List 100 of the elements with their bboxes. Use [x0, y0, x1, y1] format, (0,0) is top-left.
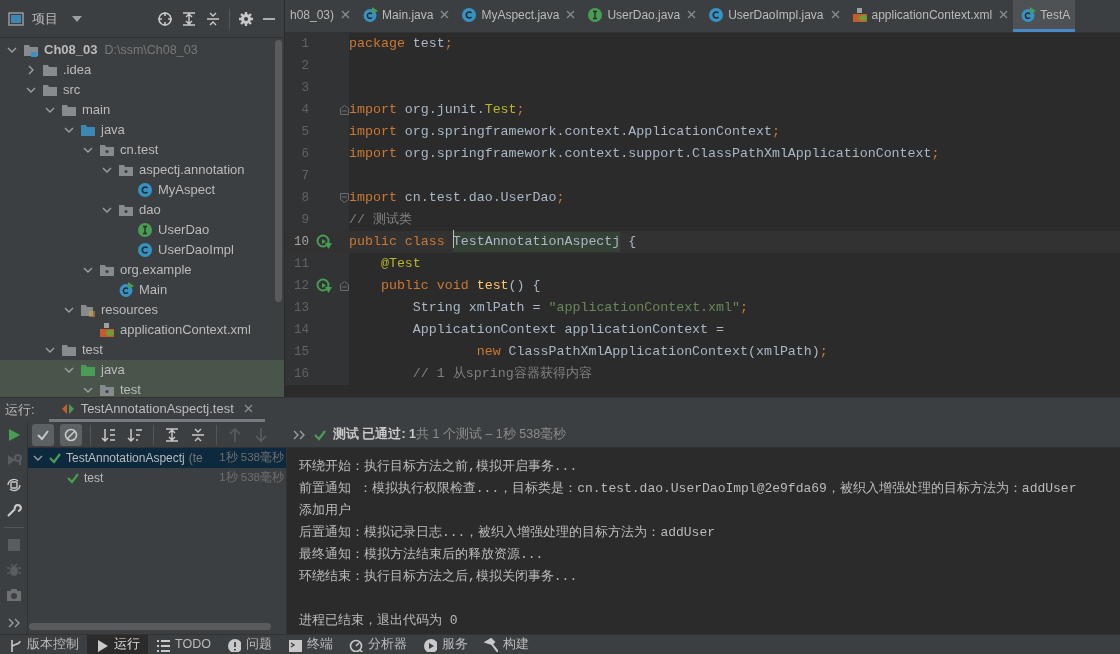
- code-token: import: [349, 189, 398, 208]
- tree-row[interactable]: test: [0, 380, 284, 397]
- tree-row[interactable]: dao: [0, 200, 284, 220]
- sort-alphabetical-icon[interactable]: [101, 426, 117, 443]
- code-token: import: [349, 123, 398, 142]
- tree-item-label: test: [82, 341, 103, 360]
- gauge-icon: [348, 637, 363, 652]
- check-icon: [48, 451, 62, 465]
- tree-row[interactable]: test: [0, 340, 284, 360]
- editor-tab[interactable]: Main.java: [355, 0, 455, 32]
- code-token: ;: [740, 299, 748, 318]
- folder-icon: [80, 362, 96, 378]
- tree-row[interactable]: src: [0, 80, 284, 100]
- tab-label: UserDaoImpl.java: [728, 6, 824, 24]
- tree-row[interactable]: UserDaoImpl: [0, 240, 284, 260]
- run-test-icon[interactable]: [316, 234, 332, 250]
- settings-icon[interactable]: [238, 10, 254, 27]
- tree-row[interactable]: Main: [0, 280, 284, 300]
- code-token: @Test: [379, 255, 421, 274]
- code-token: cn.test.dao.UserDao: [404, 189, 557, 208]
- code-token: test: [476, 277, 509, 296]
- tool-window-tab[interactable]: 分析器: [340, 635, 415, 654]
- close-icon[interactable]: [440, 10, 450, 19]
- tool-window-tab[interactable]: 版本控制: [0, 635, 87, 654]
- editor-tab[interactable]: MyAspect.java: [454, 0, 581, 32]
- collapse-all-icon[interactable]: [205, 10, 221, 27]
- camera-icon[interactable]: [5, 587, 22, 603]
- panel-title-dropdown[interactable]: 项目: [32, 8, 82, 29]
- code-token: String xmlPath =: [411, 299, 542, 318]
- caret-icon: [72, 15, 82, 22]
- folder-icon: [61, 342, 77, 358]
- tool-window-tab[interactable]: 问题: [218, 635, 280, 654]
- tree-row[interactable]: UserDao: [0, 220, 284, 240]
- run-tab[interactable]: TestAnnotationAspectj.test: [48, 398, 265, 422]
- expand-all-icon[interactable]: [181, 10, 197, 27]
- close-icon[interactable]: [830, 10, 840, 19]
- tree-row[interactable]: main: [0, 100, 284, 120]
- fold-marker-icon[interactable]: [340, 193, 349, 203]
- test-tree-item[interactable]: TestAnnotationAspectj (te 1秒 538毫秒: [28, 448, 286, 468]
- editor-tab[interactable]: h08_03): [285, 0, 356, 32]
- more-icon[interactable]: [7, 618, 20, 628]
- tree-row[interactable]: resources: [0, 300, 284, 320]
- interface-icon: [137, 222, 153, 238]
- play-icon: [95, 637, 109, 652]
- tree-row[interactable]: Ch08_03 D:\ssm\Ch08_03: [0, 40, 284, 60]
- tree-row[interactable]: applicationContext.xml: [0, 320, 284, 340]
- tool-window-tab[interactable]: 服务: [414, 635, 476, 654]
- tool-window-tab[interactable]: TODO: [148, 635, 219, 654]
- tree-row[interactable]: aspectj.annotation: [0, 160, 284, 180]
- scrollbar[interactable]: [29, 623, 271, 630]
- tool-window-tab[interactable]: 终端: [279, 635, 341, 654]
- selected-identifier: TestAnnotationAspectj: [452, 232, 621, 252]
- editor-tab[interactable]: TestA: [1013, 0, 1076, 32]
- tree-row[interactable]: org.example: [0, 260, 284, 280]
- code-token: ;: [516, 101, 525, 120]
- console-line: 环绕结束：执行目标方法之后,模拟关闭事务...: [299, 568, 578, 587]
- code-token: import: [349, 101, 398, 120]
- hammer-icon: [483, 637, 498, 652]
- close-icon[interactable]: [341, 10, 351, 19]
- code-token: ApplicationContext applicationContext =: [411, 321, 725, 340]
- tree-row[interactable]: java: [0, 360, 284, 380]
- class-icon: [137, 242, 153, 258]
- sort-duration-icon[interactable]: [127, 426, 143, 443]
- tool-window-tab[interactable]: 构建: [475, 635, 537, 654]
- fold-marker-icon[interactable]: [340, 281, 349, 291]
- class-icon: [461, 6, 478, 23]
- tree-row[interactable]: .idea: [0, 60, 284, 80]
- editor-tab[interactable]: UserDaoImpl.java: [701, 0, 845, 32]
- close-icon[interactable]: [687, 10, 697, 19]
- code-token: import: [349, 145, 398, 164]
- console-line: 前置通知 ：模拟执行权限检查...，目标类是：cn.test.dao.UserDaoImpl@2e9fda69，被织入增强处理的目标方法为：addUser: [299, 480, 1077, 499]
- close-icon[interactable]: [999, 10, 1009, 19]
- show-ignored-toggle[interactable]: [60, 423, 82, 446]
- toggle-auto-test-icon[interactable]: [5, 477, 22, 493]
- tree-row[interactable]: cn.test: [0, 140, 284, 160]
- test-config-icon: [60, 401, 75, 416]
- tree-item-label: .idea: [63, 61, 92, 80]
- tree-row[interactable]: MyAspect: [0, 180, 284, 200]
- tab-label: applicationContext.xml: [871, 6, 993, 24]
- show-passed-toggle[interactable]: [32, 423, 54, 446]
- tree-row[interactable]: java: [0, 120, 284, 140]
- close-icon[interactable]: [566, 10, 576, 19]
- panel-icon: [8, 11, 24, 26]
- locate-icon[interactable]: [157, 10, 173, 27]
- scrollbar[interactable]: [275, 40, 282, 302]
- expand-all-icon[interactable]: [164, 426, 180, 443]
- code-token: org.junit.: [404, 101, 485, 120]
- more-icon[interactable]: [293, 429, 305, 440]
- tab-label: MyAspect.java: [481, 6, 560, 24]
- wrench-icon[interactable]: [5, 502, 22, 518]
- fold-marker-icon[interactable]: [340, 105, 349, 115]
- tree-item-label: cn.test: [120, 141, 159, 160]
- collapse-all-icon[interactable]: [190, 426, 206, 443]
- close-icon[interactable]: [243, 404, 253, 413]
- editor-tab[interactable]: UserDao.java: [580, 0, 702, 32]
- tool-window-tab[interactable]: 运行: [87, 635, 148, 654]
- editor-tab[interactable]: applicationContext.xml: [844, 0, 1014, 32]
- run-test-icon[interactable]: [316, 278, 332, 294]
- code-token: package: [349, 35, 406, 54]
- ignored-icon: [64, 427, 78, 442]
